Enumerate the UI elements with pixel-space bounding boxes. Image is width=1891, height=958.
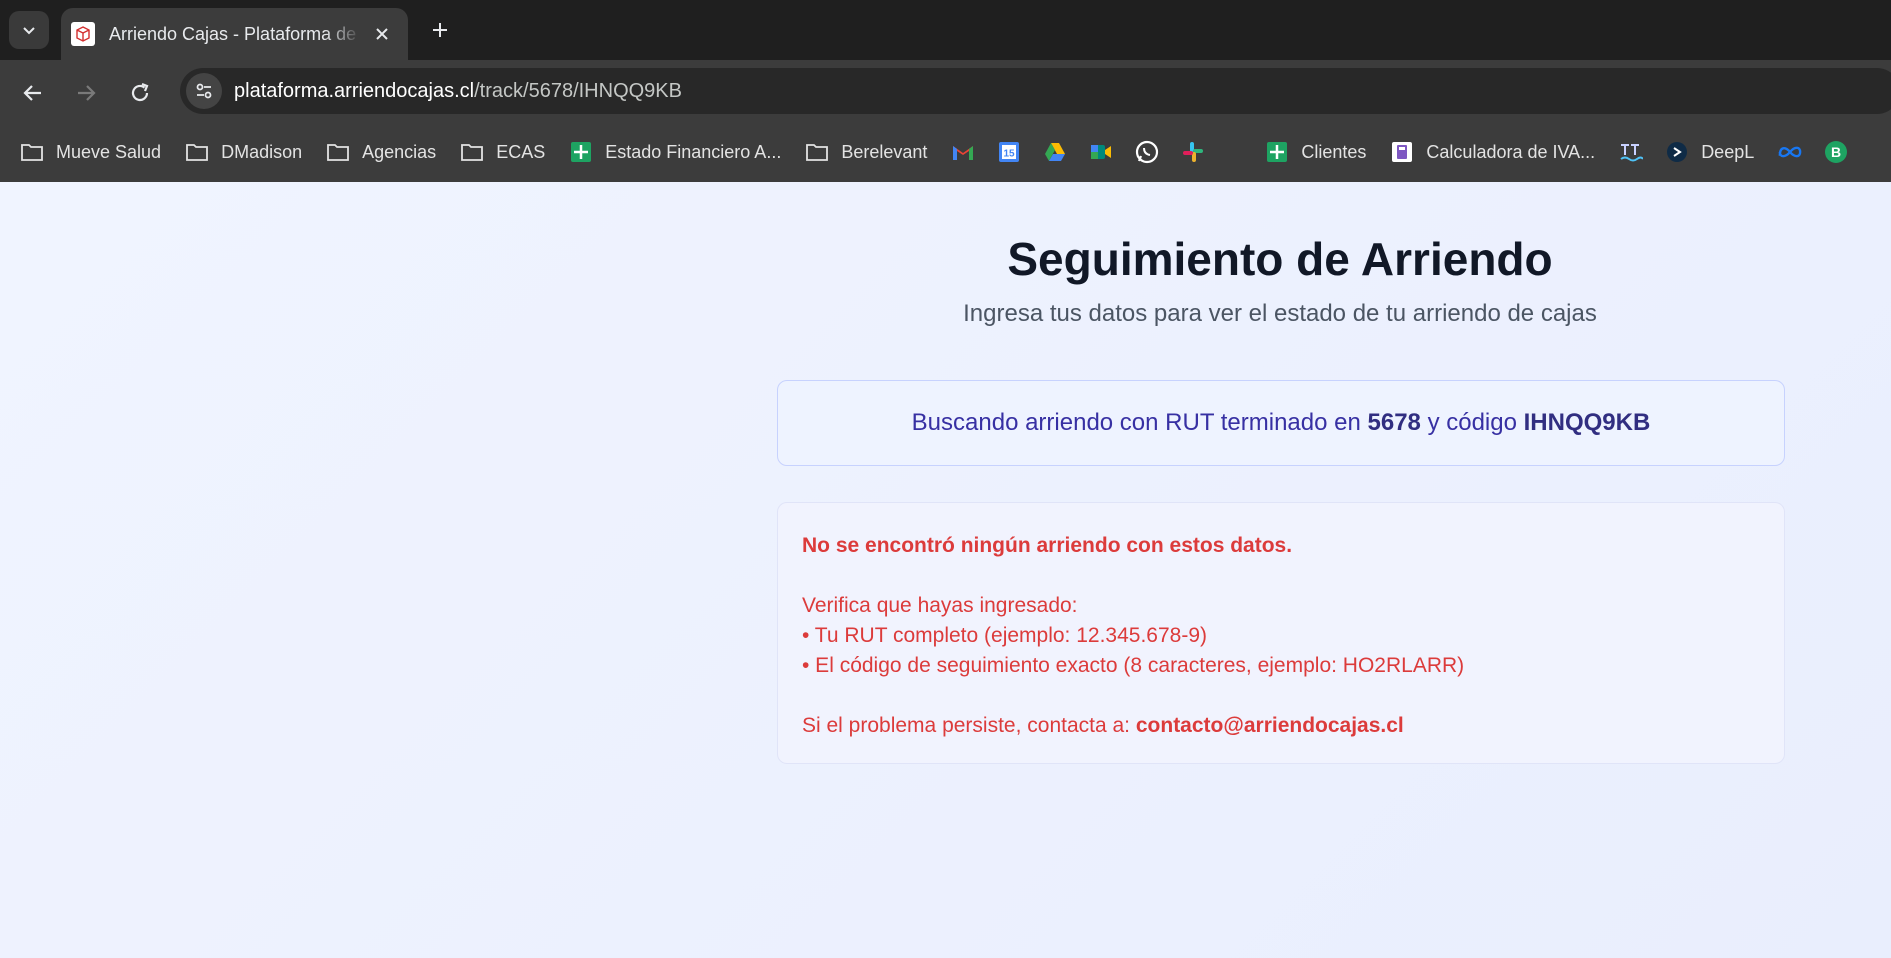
bookmark-agencias[interactable]: Agencias xyxy=(326,132,446,172)
address-bar[interactable]: plataforma.arriendocajas.cl/track/5678/I… xyxy=(180,68,1891,114)
active-tab[interactable]: Arriendo Cajas - Plataforma de Gestión xyxy=(61,8,408,60)
calculator-icon xyxy=(1390,140,1414,164)
bookmark-dmadison[interactable]: DMadison xyxy=(185,132,312,172)
reload-button[interactable] xyxy=(122,75,158,111)
contact-prefix: Si el problema persiste, contacta a: xyxy=(802,714,1131,737)
bookmarks-bar: Mueve Salud DMadison Agencias ECAS Estad… xyxy=(0,122,1891,182)
bookmark-label: DeepL xyxy=(1701,141,1755,162)
sheets-icon xyxy=(1265,140,1289,164)
bookmark-label: DMadison xyxy=(221,141,303,162)
error-headline: No se encontró ningún arriendo con estos… xyxy=(802,534,1293,557)
bookmark-deepl[interactable]: DeepL xyxy=(1665,132,1764,172)
meta-icon xyxy=(1778,140,1802,164)
site-info-icon[interactable] xyxy=(186,73,222,109)
browser-toolbar: plataforma.arriendocajas.cl/track/5678/I… xyxy=(0,60,1891,122)
tab-bar: Arriendo Cajas - Plataforma de Gestión xyxy=(0,0,1891,60)
close-tab-icon[interactable] xyxy=(370,22,394,46)
sheets-icon xyxy=(569,140,593,164)
folder-icon xyxy=(460,140,484,164)
bookmark-label: Agencias xyxy=(362,141,437,162)
verify-bullet-code: • El código de seguimiento exacto (8 car… xyxy=(802,654,1465,677)
search-info-banner: Buscando arriendo con RUT terminado en 5… xyxy=(777,380,1785,466)
bookmark-meet[interactable] xyxy=(1089,132,1113,172)
bookmark-gmail[interactable] xyxy=(951,132,975,172)
bookmark-mueve-salud[interactable]: Mueve Salud xyxy=(20,132,171,172)
tracking-code: IHNQQ9KB xyxy=(1523,409,1651,436)
folder-icon xyxy=(185,140,209,164)
bookmark-calendar[interactable]: 15 xyxy=(997,132,1021,172)
bookmark-whatsapp[interactable] xyxy=(1135,132,1159,172)
folder-icon xyxy=(326,140,350,164)
meet-icon xyxy=(1089,140,1113,164)
verify-bullet-rut: • Tu RUT completo (ejemplo: 12.345.678-9… xyxy=(802,624,1207,647)
bookmark-lt[interactable] xyxy=(1619,132,1644,172)
contact-line: Si el problema persiste, contacta a: con… xyxy=(802,711,1760,741)
bookmark-label: Clientes xyxy=(1301,141,1367,162)
bookmark-estado-financiero[interactable]: Estado Financiero A... xyxy=(569,132,791,172)
bookmark-b[interactable]: B xyxy=(1824,132,1848,172)
search-prefix: Buscando arriendo con RUT terminado en xyxy=(911,409,1361,436)
bookmark-berelevant[interactable]: Berelevant xyxy=(805,132,937,172)
bookmark-label: Calculadora de IVA... xyxy=(1426,141,1596,162)
bookmark-meta[interactable] xyxy=(1778,132,1802,172)
tab-search-button[interactable] xyxy=(9,11,49,49)
calendar-icon: 15 xyxy=(997,140,1021,164)
page-title: Seguimiento de Arriendo xyxy=(1007,233,1553,285)
drive-icon xyxy=(1043,140,1067,164)
forward-button[interactable] xyxy=(68,75,104,111)
contact-email-link[interactable]: contacto@arriendocajas.cl xyxy=(1136,714,1404,737)
svg-text:15: 15 xyxy=(1004,149,1016,160)
bookmark-label: Berelevant xyxy=(841,141,928,162)
deepl-icon xyxy=(1665,140,1689,164)
verify-intro: Verifica que hayas ingresado: xyxy=(802,594,1078,617)
page-subtitle: Ingresa tus datos para ver el estado de … xyxy=(963,300,1597,327)
bookmark-clientes[interactable]: Clientes xyxy=(1265,132,1376,172)
box-favicon-icon xyxy=(71,22,95,46)
error-message-box: No se encontró ningún arriendo con estos… xyxy=(777,502,1785,764)
plus-icon xyxy=(433,23,447,37)
bookmark-ecas[interactable]: ECAS xyxy=(460,132,555,172)
url-host: plataforma.arriendocajas.cl xyxy=(234,79,475,102)
bookmark-label: ECAS xyxy=(496,141,546,162)
folder-icon xyxy=(805,140,829,164)
gmail-icon xyxy=(951,140,975,164)
whatsapp-icon xyxy=(1135,140,1159,164)
bookmark-drive[interactable] xyxy=(1043,132,1067,172)
bookmark-label: Estado Financiero A... xyxy=(605,141,782,162)
chevron-down-icon xyxy=(23,27,35,35)
arrow-left-icon xyxy=(23,85,41,101)
folder-icon xyxy=(20,140,44,164)
url-path: /track/5678/IHNQQ9KB xyxy=(474,79,682,102)
bookmark-calculadora-iva[interactable]: Calculadora de IVA... xyxy=(1390,132,1605,172)
svg-text:B: B xyxy=(1831,144,1841,160)
slack-icon xyxy=(1181,140,1205,164)
bookmark-label: Mueve Salud xyxy=(56,141,162,162)
b-logo-icon: B xyxy=(1824,140,1848,164)
new-tab-button[interactable] xyxy=(424,14,456,46)
rut-suffix: 5678 xyxy=(1367,409,1421,436)
page-content: Seguimiento de Arriendo Ingresa tus dato… xyxy=(0,182,1891,958)
reload-icon xyxy=(131,82,149,102)
arrow-right-icon xyxy=(78,85,96,101)
url-text: plataforma.arriendocajas.cl/track/5678/I… xyxy=(234,80,682,103)
languagetool-icon xyxy=(1619,140,1644,164)
search-middle: y código xyxy=(1427,409,1517,436)
tab-title: Arriendo Cajas - Plataforma de Gestión xyxy=(109,23,362,44)
bookmark-slack[interactable] xyxy=(1181,132,1205,172)
back-button[interactable] xyxy=(15,75,51,111)
